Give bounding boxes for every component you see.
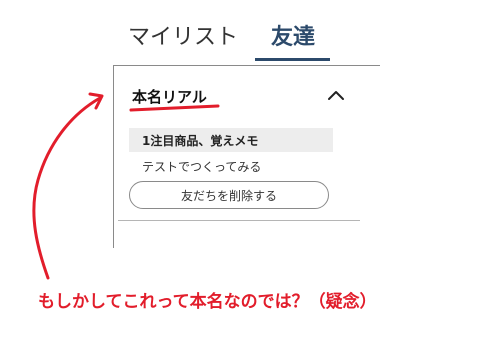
tab-mylist[interactable]: マイリスト xyxy=(128,24,238,52)
friend-name: 本名リアル xyxy=(132,88,207,106)
arrow-head xyxy=(88,92,104,110)
arrow-line xyxy=(32,96,102,280)
active-tab-indicator xyxy=(255,58,330,61)
memo-title-row: 1注目商品、覚えメモ xyxy=(129,128,333,152)
screen: マイリスト 友達 本名リアル 1注目商品、覚えメモ テストでつくってみる 友だち… xyxy=(0,0,500,350)
tab-friends[interactable]: 友達 xyxy=(271,24,315,52)
divider xyxy=(118,220,360,221)
annotation-text: もしかしてこれって本名なのでは？（疑念） xyxy=(38,292,377,312)
memo-text: テストでつくってみる xyxy=(142,160,262,174)
delete-friend-button[interactable]: 友だちを削除する xyxy=(129,181,329,209)
chevron-up-icon[interactable] xyxy=(326,88,346,102)
memo-title: 1注目商品、覚えメモ xyxy=(142,134,259,148)
